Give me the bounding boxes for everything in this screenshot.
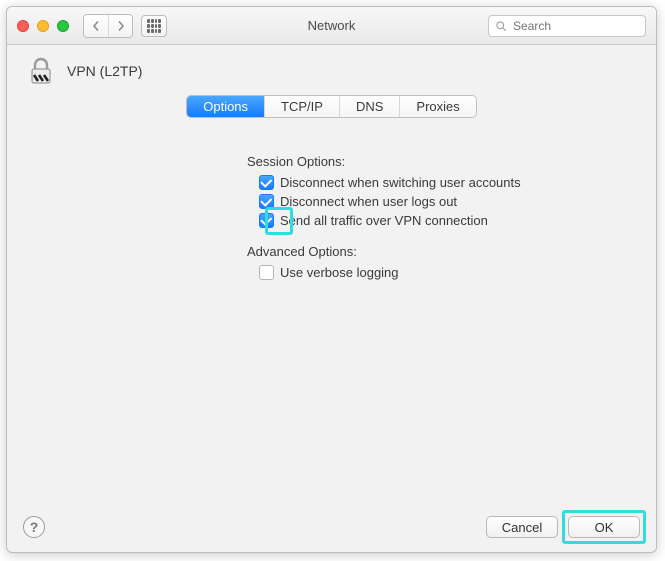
pane-title: VPN (L2TP) xyxy=(67,63,142,79)
footer: ? Cancel OK xyxy=(7,506,656,552)
checkbox-row-send-all-traffic[interactable]: Send all traffic over VPN connection xyxy=(259,213,616,228)
search-icon xyxy=(495,20,507,32)
content-area: Session Options: Disconnect when switchi… xyxy=(7,118,656,506)
help-button[interactable]: ? xyxy=(23,516,45,538)
checkbox[interactable] xyxy=(259,265,274,280)
checkbox-label: Disconnect when switching user accounts xyxy=(280,175,521,190)
tab-dns[interactable]: DNS xyxy=(339,96,399,117)
session-options-label: Session Options: xyxy=(247,154,616,169)
checkbox[interactable] xyxy=(259,175,274,190)
checkbox-row-verbose-logging[interactable]: Use verbose logging xyxy=(259,265,616,280)
titlebar: Network xyxy=(7,7,656,45)
tab-tcpip[interactable]: TCP/IP xyxy=(264,96,339,117)
tab-bar: Options TCP/IP DNS Proxies xyxy=(7,95,656,118)
back-button[interactable] xyxy=(84,15,108,37)
checkbox-label: Use verbose logging xyxy=(280,265,399,280)
forward-button[interactable] xyxy=(108,15,132,37)
pane-header: VPN (L2TP) xyxy=(7,45,656,91)
nav-segment xyxy=(83,14,133,38)
search-input[interactable] xyxy=(511,18,657,34)
advanced-options-label: Advanced Options: xyxy=(247,244,616,259)
checkbox-label: Disconnect when user logs out xyxy=(280,194,457,209)
chevron-right-icon xyxy=(116,21,126,31)
checkbox-row-disconnect-switch-user[interactable]: Disconnect when switching user accounts xyxy=(259,175,616,190)
tab-options[interactable]: Options xyxy=(187,96,264,117)
minimize-window-icon[interactable] xyxy=(37,20,49,32)
chevron-left-icon xyxy=(91,21,101,31)
zoom-window-icon[interactable] xyxy=(57,20,69,32)
ok-button[interactable]: OK xyxy=(568,516,640,538)
show-all-button[interactable] xyxy=(141,15,167,37)
checkbox[interactable] xyxy=(259,213,274,228)
checkbox-label: Send all traffic over VPN connection xyxy=(280,213,488,228)
tab-proxies[interactable]: Proxies xyxy=(399,96,475,117)
grid-icon xyxy=(147,19,161,33)
window-controls xyxy=(17,20,69,32)
cancel-button[interactable]: Cancel xyxy=(486,516,558,538)
close-window-icon[interactable] xyxy=(17,20,29,32)
checkbox-row-disconnect-logout[interactable]: Disconnect when user logs out xyxy=(259,194,616,209)
search-field[interactable] xyxy=(488,15,646,37)
vpn-lock-icon xyxy=(25,55,57,87)
checkbox[interactable] xyxy=(259,194,274,209)
preferences-window: Network VPN (L2TP) Options TCP/IP DNS xyxy=(6,6,657,553)
